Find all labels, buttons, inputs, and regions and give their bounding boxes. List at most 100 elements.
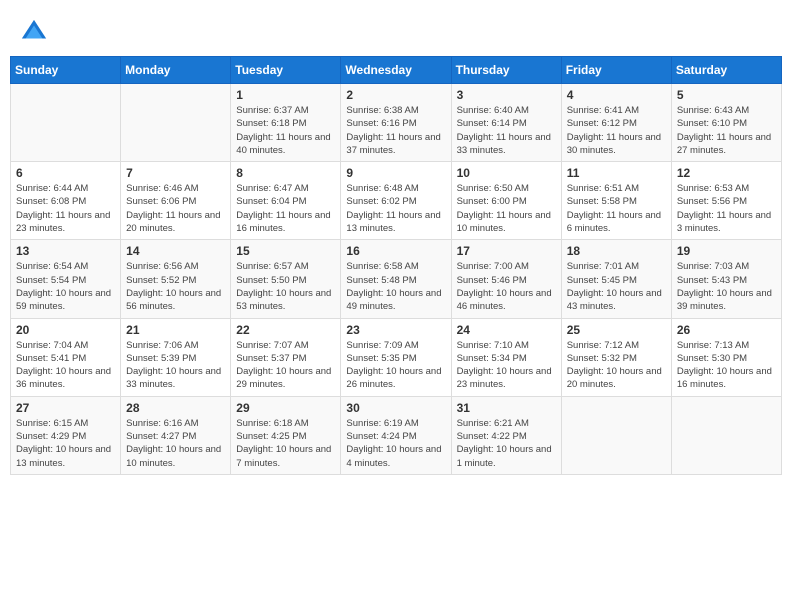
day-info: Sunrise: 7:13 AMSunset: 5:30 PMDaylight:… — [677, 339, 776, 392]
day-number: 10 — [457, 166, 556, 180]
day-number: 20 — [16, 323, 115, 337]
calendar-cell: 1Sunrise: 6:37 AMSunset: 6:18 PMDaylight… — [231, 84, 341, 162]
day-info: Sunrise: 6:46 AMSunset: 6:06 PMDaylight:… — [126, 182, 225, 235]
day-info: Sunrise: 7:01 AMSunset: 5:45 PMDaylight:… — [567, 260, 666, 313]
day-info: Sunrise: 6:54 AMSunset: 5:54 PMDaylight:… — [16, 260, 115, 313]
day-info: Sunrise: 6:56 AMSunset: 5:52 PMDaylight:… — [126, 260, 225, 313]
day-info: Sunrise: 7:07 AMSunset: 5:37 PMDaylight:… — [236, 339, 335, 392]
calendar-cell: 14 Sunrise: 6:56 AMSunset: 5:52 PMDayligh… — [121, 240, 231, 318]
day-info: Sunrise: 7:10 AMSunset: 5:34 PMDaylight:… — [457, 339, 556, 392]
day-info: Sunrise: 6:43 AMSunset: 6:10 PMDaylight:… — [677, 104, 776, 157]
calendar-cell: 5 Sunrise: 6:43 AMSunset: 6:10 PMDaylight… — [671, 84, 781, 162]
calendar-cell: 2 Sunrise: 6:38 AMSunset: 6:16 PMDaylight… — [341, 84, 451, 162]
day-number: 5 — [677, 88, 776, 102]
calendar-cell: 23 Sunrise: 7:09 AMSunset: 5:35 PMDayligh… — [341, 318, 451, 396]
day-info: Sunrise: 6:19 AMSunset: 4:24 PMDaylight:… — [346, 417, 445, 470]
day-number: 4 — [567, 88, 666, 102]
weekday-header: Wednesday — [341, 57, 451, 84]
calendar-cell: 15 Sunrise: 6:57 AMSunset: 5:50 PMDayligh… — [231, 240, 341, 318]
day-number: 7 — [126, 166, 225, 180]
day-info: Sunrise: 6:53 AMSunset: 5:56 PMDaylight:… — [677, 182, 776, 235]
calendar-cell: 6 Sunrise: 6:44 AMSunset: 6:08 PMDaylight… — [11, 162, 121, 240]
weekday-header: Friday — [561, 57, 671, 84]
calendar-cell: 8 Sunrise: 6:47 AMSunset: 6:04 PMDaylight… — [231, 162, 341, 240]
calendar-cell: 25 Sunrise: 7:12 AMSunset: 5:32 PMDayligh… — [561, 318, 671, 396]
calendar-week-row: 20 Sunrise: 7:04 AMSunset: 5:41 PMDayligh… — [11, 318, 782, 396]
calendar-cell: 24Sunrise: 7:10 AMSunset: 5:34 PMDayligh… — [451, 318, 561, 396]
calendar-cell: 28Sunrise: 6:16 AMSunset: 4:27 PMDayligh… — [121, 396, 231, 474]
calendar-cell: 10 Sunrise: 6:50 AMSunset: 6:00 PMDayligh… — [451, 162, 561, 240]
day-number: 17 — [457, 244, 556, 258]
day-number: 18 — [567, 244, 666, 258]
calendar-cell: 31Sunrise: 6:21 AMSunset: 4:22 PMDayligh… — [451, 396, 561, 474]
day-info: Sunrise: 6:57 AMSunset: 5:50 PMDaylight:… — [236, 260, 335, 313]
day-number: 13 — [16, 244, 115, 258]
calendar-week-row: 27Sunrise: 6:15 AMSunset: 4:29 PMDayligh… — [11, 396, 782, 474]
weekday-header: Monday — [121, 57, 231, 84]
calendar-cell: 16 Sunrise: 6:58 AMSunset: 5:48 PMDayligh… — [341, 240, 451, 318]
day-info: Sunrise: 6:18 AMSunset: 4:25 PMDaylight:… — [236, 417, 335, 470]
day-number: 8 — [236, 166, 335, 180]
day-number: 15 — [236, 244, 335, 258]
day-info: Sunrise: 6:50 AMSunset: 6:00 PMDaylight:… — [457, 182, 556, 235]
calendar-week-row: 1Sunrise: 6:37 AMSunset: 6:18 PMDaylight… — [11, 84, 782, 162]
day-number: 14 — [126, 244, 225, 258]
calendar-week-row: 13 Sunrise: 6:54 AMSunset: 5:54 PMDayligh… — [11, 240, 782, 318]
calendar-cell: 12 Sunrise: 6:53 AMSunset: 5:56 PMDayligh… — [671, 162, 781, 240]
day-number: 1 — [236, 88, 335, 102]
calendar-cell: 21Sunrise: 7:06 AMSunset: 5:39 PMDayligh… — [121, 318, 231, 396]
calendar-cell: 7 Sunrise: 6:46 AMSunset: 6:06 PMDaylight… — [121, 162, 231, 240]
day-number: 23 — [346, 323, 445, 337]
day-number: 9 — [346, 166, 445, 180]
day-info: Sunrise: 6:38 AMSunset: 6:16 PMDaylight:… — [346, 104, 445, 157]
calendar-cell: 30 Sunrise: 6:19 AMSunset: 4:24 PMDayligh… — [341, 396, 451, 474]
calendar-cell: 13 Sunrise: 6:54 AMSunset: 5:54 PMDayligh… — [11, 240, 121, 318]
weekday-header: Thursday — [451, 57, 561, 84]
day-info: Sunrise: 7:00 AMSunset: 5:46 PMDaylight:… — [457, 260, 556, 313]
day-number: 29 — [236, 401, 335, 415]
day-number: 19 — [677, 244, 776, 258]
calendar-cell: 19 Sunrise: 7:03 AMSunset: 5:43 PMDayligh… — [671, 240, 781, 318]
day-number: 25 — [567, 323, 666, 337]
calendar-cell: 9 Sunrise: 6:48 AMSunset: 6:02 PMDaylight… — [341, 162, 451, 240]
calendar-cell: 4 Sunrise: 6:41 AMSunset: 6:12 PMDaylight… — [561, 84, 671, 162]
day-info: Sunrise: 6:41 AMSunset: 6:12 PMDaylight:… — [567, 104, 666, 157]
day-info: Sunrise: 6:51 AMSunset: 5:58 PMDaylight:… — [567, 182, 666, 235]
calendar-cell: 18 Sunrise: 7:01 AMSunset: 5:45 PMDayligh… — [561, 240, 671, 318]
calendar-cell — [11, 84, 121, 162]
day-info: Sunrise: 7:09 AMSunset: 5:35 PMDaylight:… — [346, 339, 445, 392]
calendar-cell: 20 Sunrise: 7:04 AMSunset: 5:41 PMDayligh… — [11, 318, 121, 396]
calendar-table: SundayMondayTuesdayWednesdayThursdayFrid… — [10, 56, 782, 475]
calendar-cell: 27Sunrise: 6:15 AMSunset: 4:29 PMDayligh… — [11, 396, 121, 474]
day-number: 21 — [126, 323, 225, 337]
weekday-header: Tuesday — [231, 57, 341, 84]
day-info: Sunrise: 6:44 AMSunset: 6:08 PMDaylight:… — [16, 182, 115, 235]
calendar-cell: 3 Sunrise: 6:40 AMSunset: 6:14 PMDaylight… — [451, 84, 561, 162]
calendar-cell: 11Sunrise: 6:51 AMSunset: 5:58 PMDayligh… — [561, 162, 671, 240]
calendar-cell: 29 Sunrise: 6:18 AMSunset: 4:25 PMDayligh… — [231, 396, 341, 474]
day-number: 6 — [16, 166, 115, 180]
day-info: Sunrise: 7:12 AMSunset: 5:32 PMDaylight:… — [567, 339, 666, 392]
day-number: 12 — [677, 166, 776, 180]
day-info: Sunrise: 6:58 AMSunset: 5:48 PMDaylight:… — [346, 260, 445, 313]
weekday-header-row: SundayMondayTuesdayWednesdayThursdayFrid… — [11, 57, 782, 84]
day-number: 30 — [346, 401, 445, 415]
day-info: Sunrise: 6:40 AMSunset: 6:14 PMDaylight:… — [457, 104, 556, 157]
calendar-cell: 22 Sunrise: 7:07 AMSunset: 5:37 PMDayligh… — [231, 318, 341, 396]
day-info: Sunrise: 6:47 AMSunset: 6:04 PMDaylight:… — [236, 182, 335, 235]
day-info: Sunrise: 6:15 AMSunset: 4:29 PMDaylight:… — [16, 417, 115, 470]
calendar-week-row: 6 Sunrise: 6:44 AMSunset: 6:08 PMDaylight… — [11, 162, 782, 240]
weekday-header: Saturday — [671, 57, 781, 84]
day-info: Sunrise: 7:04 AMSunset: 5:41 PMDaylight:… — [16, 339, 115, 392]
calendar-cell: 26Sunrise: 7:13 AMSunset: 5:30 PMDayligh… — [671, 318, 781, 396]
day-info: Sunrise: 6:48 AMSunset: 6:02 PMDaylight:… — [346, 182, 445, 235]
calendar-cell — [121, 84, 231, 162]
day-number: 3 — [457, 88, 556, 102]
day-info: Sunrise: 7:03 AMSunset: 5:43 PMDaylight:… — [677, 260, 776, 313]
day-number: 22 — [236, 323, 335, 337]
calendar-cell — [671, 396, 781, 474]
day-number: 2 — [346, 88, 445, 102]
day-info: Sunrise: 6:21 AMSunset: 4:22 PMDaylight:… — [457, 417, 556, 470]
day-number: 28 — [126, 401, 225, 415]
day-number: 16 — [346, 244, 445, 258]
